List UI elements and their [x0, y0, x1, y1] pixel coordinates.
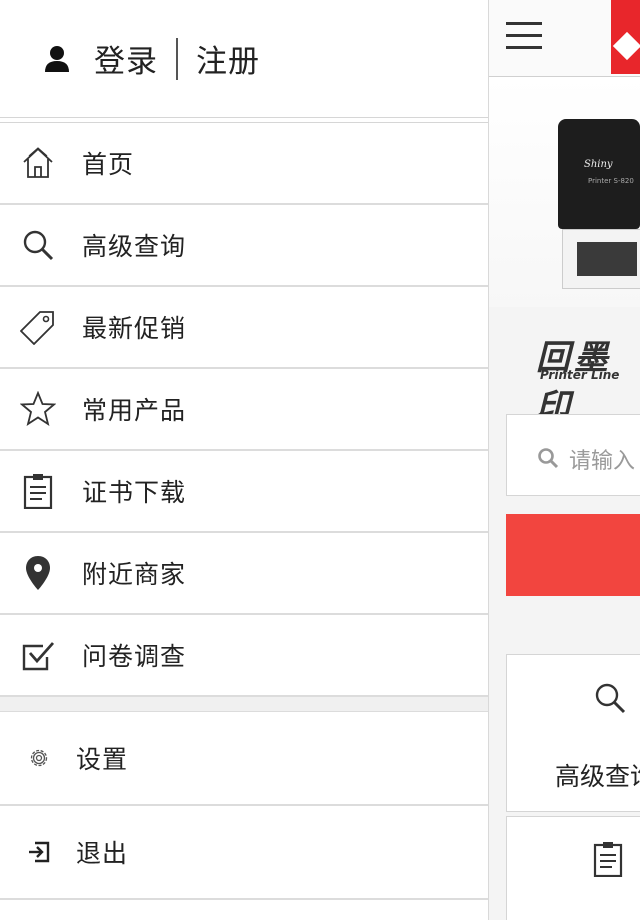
user-icon [45, 45, 69, 72]
auth-row: 登录 注册 [0, 0, 488, 118]
register-link[interactable]: 注册 [196, 36, 260, 81]
brand-logo[interactable] [611, 0, 640, 74]
search-icon [20, 227, 56, 263]
card-label: 高级查询 [555, 762, 640, 791]
menu-item-logout[interactable]: 退出 [0, 806, 488, 900]
menu-item-label: 最新促销 [82, 314, 187, 343]
menu-item-common-products[interactable]: 常用产品 [0, 369, 488, 451]
menu-section-divider [0, 697, 488, 712]
hamburger-menu-icon[interactable] [506, 22, 542, 52]
top-bar [488, 0, 640, 77]
card-advanced-search[interactable]: 高级查询 [506, 654, 640, 812]
menu-item-promotions[interactable]: 最新促销 [0, 287, 488, 369]
menu-item-label: 首页 [82, 150, 135, 179]
search-placeholder: 请输入 [569, 449, 636, 474]
secondary-menu: 设置 退出 [0, 712, 488, 900]
clipboard-icon [20, 473, 56, 509]
menu-item-label: 常用产品 [82, 396, 187, 425]
tag-icon [20, 309, 56, 345]
menu-item-advanced-search[interactable]: 高级查询 [0, 205, 488, 287]
home-icon [20, 145, 56, 181]
stamp-image: Shiny Printer S-820 [558, 119, 640, 229]
search-input[interactable]: 请输入 [506, 414, 640, 496]
stamp-base-image [562, 229, 640, 289]
menu-item-label: 设置 [76, 745, 129, 774]
main-menu: 首页 高级查询 最新促销 常用产品 证书下载 附近商家 问卷调查 [0, 122, 488, 697]
menu-item-label: 证书下载 [82, 478, 187, 507]
stamp-model-text: Printer S-820 [588, 177, 634, 185]
search-button[interactable] [506, 514, 640, 596]
search-icon [595, 683, 626, 714]
location-pin-icon [20, 555, 56, 591]
login-link[interactable]: 登录 [94, 36, 158, 81]
menu-item-label: 高级查询 [82, 232, 187, 261]
menu-item-home[interactable]: 首页 [0, 123, 488, 205]
auth-divider [176, 37, 178, 80]
clipboard-icon [593, 842, 623, 877]
gear-icon [26, 745, 52, 771]
search-icon [538, 448, 559, 469]
side-drawer: 登录 注册 首页 高级查询 最新促销 常用产品 证书下载 附近商家 问卷调查 设… [0, 0, 489, 920]
main-page-peek: Shiny Printer S-820 回墨印 Printer Line 请输入… [488, 0, 640, 920]
menu-item-label: 退出 [76, 839, 129, 868]
menu-item-label: 问卷调查 [82, 642, 187, 671]
product-banner: Shiny Printer S-820 [488, 77, 640, 307]
star-icon [20, 391, 56, 427]
menu-item-nearby-merchants[interactable]: 附近商家 [0, 533, 488, 615]
menu-item-certificate-download[interactable]: 证书下载 [0, 451, 488, 533]
stamp-brand-text: Shiny [584, 159, 613, 170]
menu-item-settings[interactable]: 设置 [0, 712, 488, 806]
menu-item-survey[interactable]: 问卷调查 [0, 615, 488, 697]
card-certificate[interactable] [506, 816, 640, 920]
logo-english: Printer Line [540, 368, 620, 382]
logout-icon [26, 839, 52, 865]
checkbox-icon [20, 637, 56, 673]
menu-item-label: 附近商家 [82, 560, 187, 589]
